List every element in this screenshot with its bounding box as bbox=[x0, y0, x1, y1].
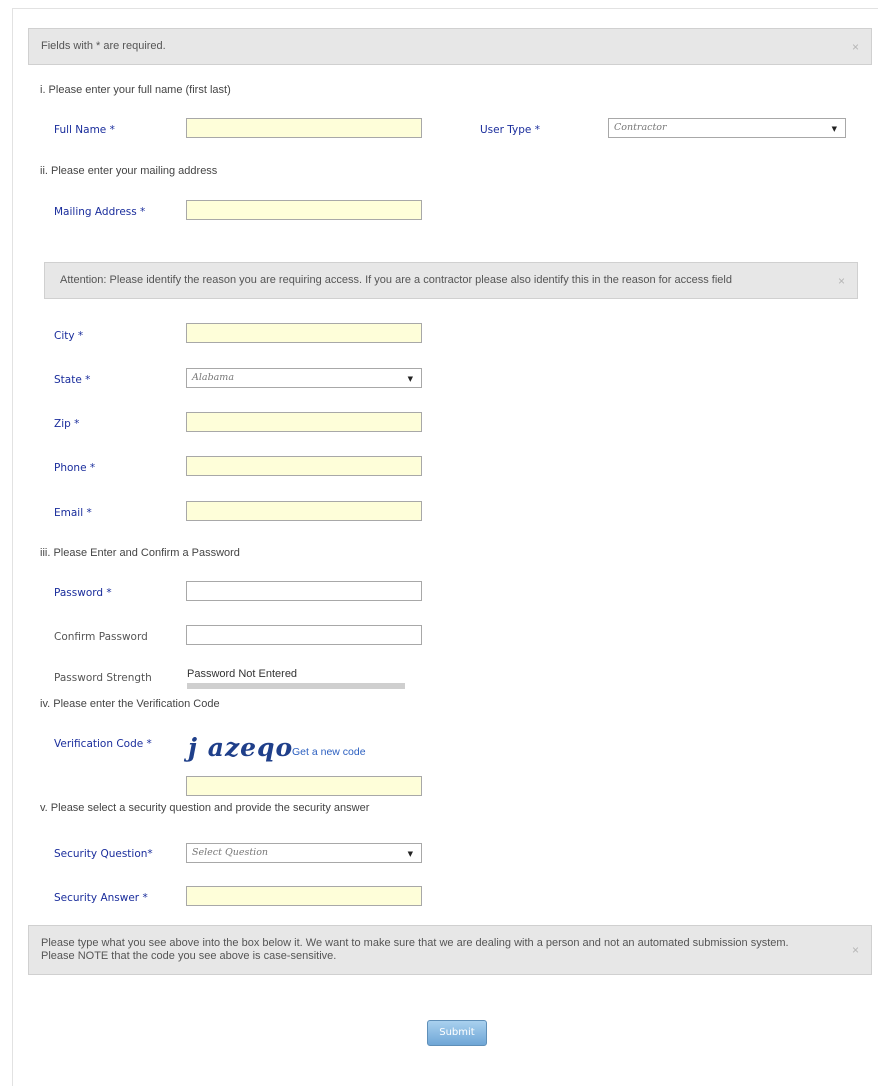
user-type-select[interactable]: Contractor ▼ bbox=[608, 118, 846, 138]
full-name-label: Full Name * bbox=[54, 124, 115, 136]
zip-label: Zip * bbox=[54, 418, 80, 430]
section-name-heading: i. Please enter your full name (first la… bbox=[40, 84, 231, 96]
confirm-password-label: Confirm Password bbox=[54, 631, 148, 643]
get-new-code-link[interactable]: Get a new code bbox=[292, 746, 366, 758]
password-input[interactable] bbox=[186, 581, 422, 601]
state-select[interactable]: Alabama ▼ bbox=[186, 368, 422, 388]
city-input[interactable] bbox=[186, 323, 422, 343]
section-password-heading: iii. Please Enter and Confirm a Password bbox=[40, 547, 240, 559]
attention-alert: Attention: Please identify the reason yo… bbox=[44, 262, 858, 299]
section-address-heading: ii. Please enter your mailing address bbox=[40, 165, 218, 177]
submit-button[interactable]: Submit bbox=[427, 1020, 487, 1046]
caret-down-icon: ▼ bbox=[407, 850, 413, 858]
password-strength-meter bbox=[187, 683, 405, 689]
captcha-instruction-alert: Please type what you see above into the … bbox=[28, 925, 872, 975]
full-name-input[interactable] bbox=[186, 118, 422, 138]
captcha-instruction-line-1: Please type what you see above into the … bbox=[41, 937, 789, 949]
city-label: City * bbox=[54, 330, 84, 342]
confirm-password-input[interactable] bbox=[186, 625, 422, 645]
close-icon[interactable]: × bbox=[852, 40, 859, 54]
close-icon[interactable]: × bbox=[838, 274, 845, 288]
email-label: Email * bbox=[54, 507, 92, 519]
password-label: Password * bbox=[54, 587, 112, 599]
verification-code-input[interactable] bbox=[186, 776, 422, 796]
phone-input[interactable] bbox=[186, 456, 422, 476]
security-question-select[interactable]: Select Question ▼ bbox=[186, 843, 422, 863]
zip-input[interactable] bbox=[186, 412, 422, 432]
close-icon[interactable]: × bbox=[852, 943, 859, 957]
captcha-image: j azeqo bbox=[188, 733, 294, 762]
state-selected-value: Alabama bbox=[192, 372, 234, 383]
mailing-address-label: Mailing Address * bbox=[54, 206, 146, 218]
email-input[interactable] bbox=[186, 501, 422, 521]
attention-text: Attention: Please identify the reason yo… bbox=[60, 274, 732, 286]
caret-down-icon: ▼ bbox=[407, 375, 413, 383]
captcha-instruction-line-2: Please NOTE that the code you see above … bbox=[41, 950, 337, 962]
required-fields-alert: Fields with * are required. × bbox=[28, 28, 872, 65]
caret-down-icon: ▼ bbox=[831, 125, 837, 133]
password-strength-label: Password Strength bbox=[54, 672, 152, 684]
security-question-selected-value: Select Question bbox=[192, 847, 269, 858]
security-question-label: Security Question* bbox=[54, 848, 153, 860]
password-strength-value: Password Not Entered bbox=[187, 668, 298, 680]
section-security-heading: v. Please select a security question and… bbox=[40, 802, 370, 814]
security-answer-label: Security Answer * bbox=[54, 892, 148, 904]
mailing-address-input[interactable] bbox=[186, 200, 422, 220]
verification-code-label: Verification Code * bbox=[54, 738, 152, 750]
section-verification-heading: iv. Please enter the Verification Code bbox=[40, 698, 220, 710]
state-label: State * bbox=[54, 374, 91, 386]
security-answer-input[interactable] bbox=[186, 886, 422, 906]
user-type-label: User Type * bbox=[480, 124, 540, 136]
user-type-selected-value: Contractor bbox=[614, 122, 667, 133]
phone-label: Phone * bbox=[54, 462, 96, 474]
required-fields-text: Fields with * are required. bbox=[41, 40, 166, 52]
